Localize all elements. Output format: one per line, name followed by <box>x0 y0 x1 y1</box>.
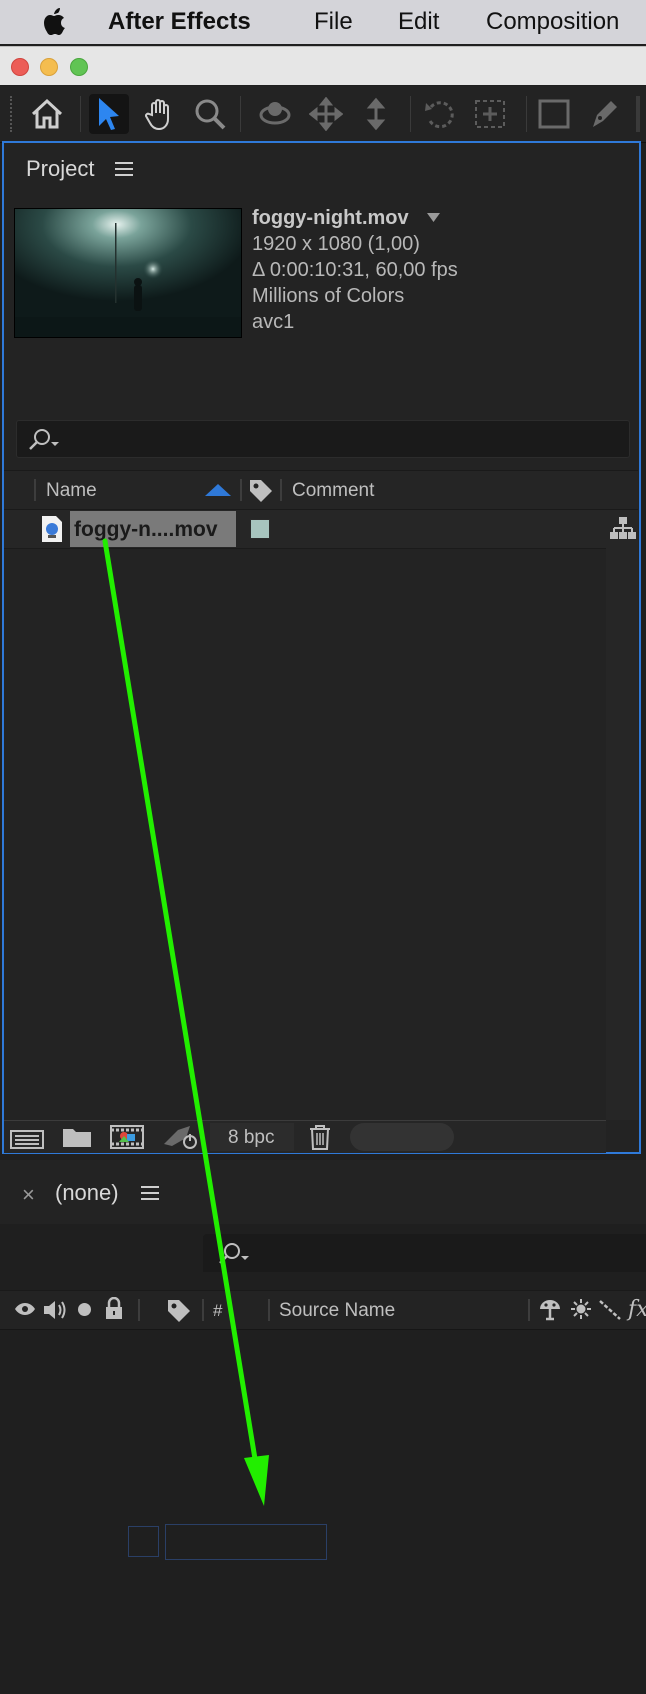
drag-arrow-annotation <box>102 538 269 1506</box>
